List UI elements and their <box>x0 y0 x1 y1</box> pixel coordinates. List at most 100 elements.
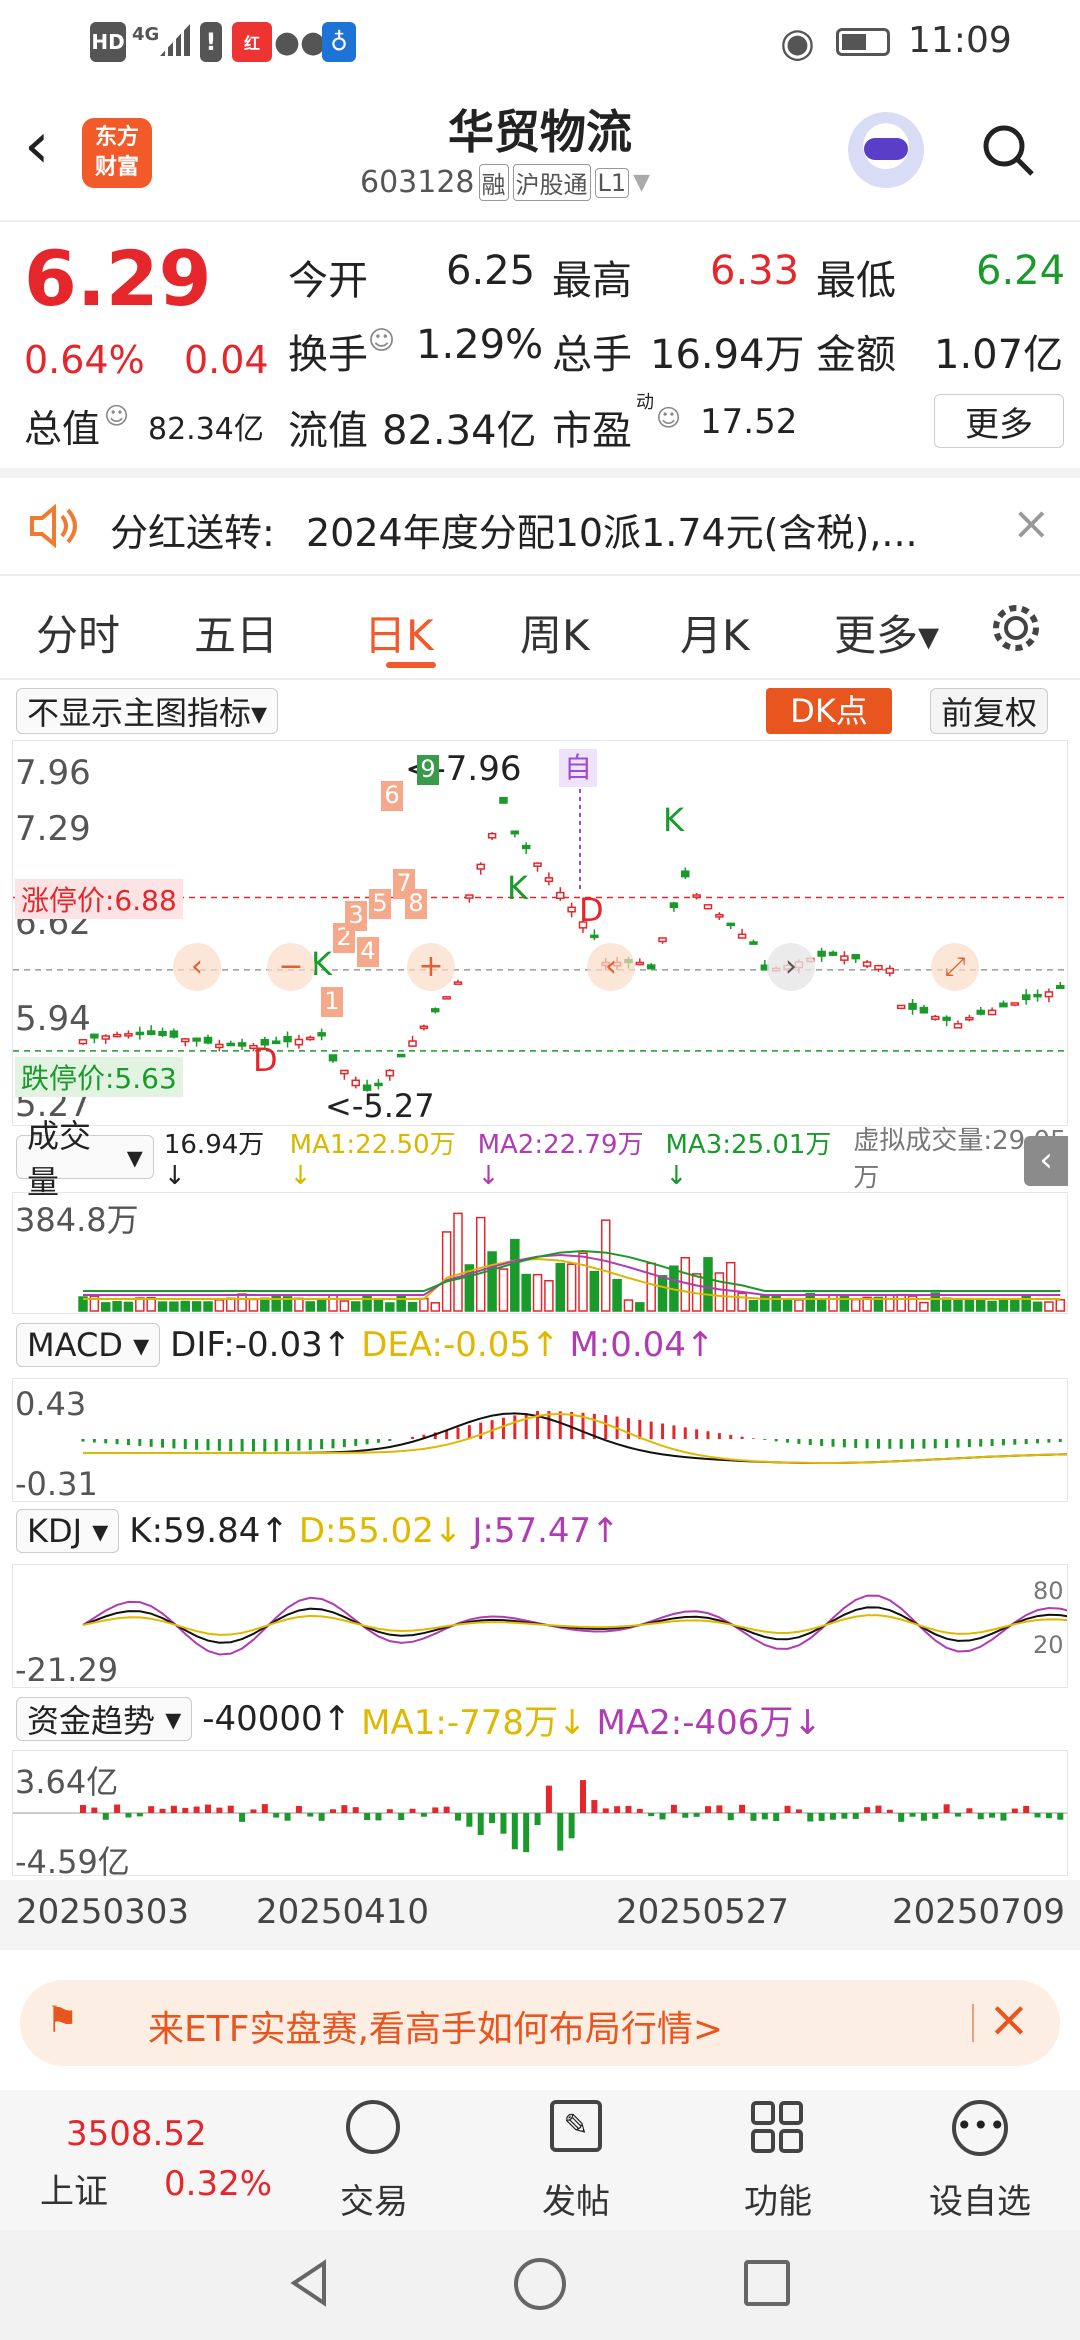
nav-functions[interactable]: 功能 <box>688 2174 868 2223</box>
recents-square-icon[interactable] <box>744 2260 790 2306</box>
volume-bar <box>498 1268 509 1312</box>
volume-bar <box>896 1293 906 1312</box>
trade-icon[interactable] <box>346 2100 400 2154</box>
candle-body <box>840 955 849 961</box>
more-dots-icon[interactable]: ••• <box>952 2100 1008 2156</box>
tab-intraday[interactable]: 分时 <box>36 602 120 663</box>
date-label: 20250410 <box>256 1892 430 1932</box>
tab-monthly-k[interactable]: 月K <box>680 602 750 663</box>
candle-body <box>146 1030 156 1035</box>
fund-bar <box>955 1813 961 1817</box>
candle-body <box>669 902 679 909</box>
volume-bar <box>941 1297 952 1312</box>
fund-bar <box>1011 1808 1018 1813</box>
dk-point-button[interactable]: DK点 <box>766 688 892 734</box>
fund-bar <box>114 1804 121 1813</box>
main-indicator-select[interactable]: 不显示主图指标▾ <box>16 688 279 734</box>
pe-value: 17.52 <box>700 402 798 442</box>
fund-bar <box>295 1806 302 1813</box>
fullscreen-icon[interactable]: ⤢ <box>931 943 979 991</box>
scroll-right-icon[interactable]: › <box>767 943 815 991</box>
nav-add-watchlist[interactable]: 设自选 <box>890 2174 1070 2223</box>
volume-bar <box>1044 1301 1054 1312</box>
collapse-panel-button[interactable]: ‹ <box>1024 1136 1068 1186</box>
system-nav-bar <box>0 2230 1080 2340</box>
back-triangle-icon[interactable] <box>284 2258 334 2308</box>
fund-bar <box>341 1805 348 1813</box>
period-tabs: 分时 五日 日K 周K 月K 更多▾ <box>0 578 1080 678</box>
nav-trade[interactable]: 交易 <box>284 2174 464 2223</box>
volume-bar <box>544 1279 554 1312</box>
fund-bar <box>1057 1813 1064 1820</box>
robot-avatar-icon[interactable] <box>848 112 924 188</box>
tab-more[interactable]: 更多▾ <box>834 602 939 663</box>
fund-bar <box>398 1813 405 1821</box>
close-icon[interactable]: × <box>988 1990 1030 2048</box>
info-icon[interactable]: ☺ <box>104 402 129 430</box>
scroll-left-icon[interactable]: ‹ <box>587 943 635 991</box>
zoom-out-icon[interactable]: + <box>407 943 455 991</box>
stock-code-row[interactable]: 603128 融 沪股通 L1 ▼ <box>360 164 650 201</box>
fund-bar <box>375 1813 382 1821</box>
kdj-name: KDJ <box>27 1512 83 1550</box>
etf-contest-banner[interactable]: ⚑ 来ETF实盘赛,看高手如何布局行情> × <box>20 1980 1060 2066</box>
info-icon[interactable]: ☺ <box>368 326 395 356</box>
volume-chart[interactable]: 384.8万 <box>12 1192 1068 1314</box>
zoom-in-icon[interactable]: − <box>267 943 315 991</box>
macd-select[interactable]: MACD ▾ <box>16 1323 161 1367</box>
fund-name: 资金趋势 <box>27 1702 156 1740</box>
macd-bar <box>751 1438 755 1439</box>
pe-sup: 动 <box>636 392 654 413</box>
chart-nav-left-icon[interactable]: ‹ <box>173 943 221 991</box>
home-circle-icon[interactable] <box>514 2258 566 2310</box>
seq-marker: 5 <box>369 889 391 919</box>
info-icon[interactable]: ☺ <box>656 404 681 432</box>
macd-bar <box>126 1439 130 1446</box>
macd-bar <box>251 1439 255 1452</box>
tab-daily-k[interactable]: 日K <box>364 602 434 663</box>
dividend-notice[interactable]: 分红送转: 2024年度分配10派1.74元(含税),... × <box>0 478 1080 574</box>
pe-label: 市盈 <box>552 408 632 454</box>
kdj-20-label: 20 <box>1033 1631 1064 1659</box>
volume-bar <box>998 1299 1009 1312</box>
volume-bar <box>362 1294 372 1312</box>
macd-chart[interactable]: 0.43 -0.31 <box>12 1378 1068 1503</box>
close-icon[interactable]: × <box>1012 496 1051 550</box>
settings-gear-icon[interactable] <box>990 602 1042 654</box>
adjust-select[interactable]: 前复权 <box>930 688 1049 734</box>
fund-bar <box>193 1806 200 1813</box>
search-icon[interactable] <box>980 122 1036 178</box>
macd-bar <box>672 1425 676 1439</box>
volume-bar <box>839 1294 850 1312</box>
grid-icon[interactable] <box>750 2100 804 2154</box>
fund-bar <box>307 1813 314 1817</box>
volume-bar <box>635 1302 645 1312</box>
candle-body <box>237 1042 247 1047</box>
macd-bar <box>1036 1439 1040 1444</box>
candlestick-chart[interactable]: 7.96 7.29 6.62 5.94 5.27 涨停价:6.88 跌停价:5.… <box>12 740 1068 1126</box>
index-value[interactable]: 3508.52 <box>66 2114 207 2154</box>
fund-select[interactable]: 资金趋势 ▾ <box>16 1697 193 1741</box>
post-edit-icon[interactable]: ✎ <box>550 2100 602 2152</box>
macd-name: MACD <box>27 1326 123 1364</box>
volume-bar <box>885 1294 895 1312</box>
macd-bar <box>763 1439 767 1440</box>
macd-bar <box>740 1436 744 1439</box>
macd-bar <box>524 1413 528 1439</box>
kdj-chart[interactable]: -21.29 80 20 <box>12 1564 1068 1689</box>
volume-bar <box>657 1275 668 1312</box>
kdj-select[interactable]: KDJ ▾ <box>16 1509 120 1553</box>
fund-chart[interactable]: 3.64亿 -4.59亿 <box>12 1750 1068 1881</box>
seq-marker: 3 <box>345 901 367 931</box>
more-button[interactable]: 更多 <box>934 394 1064 448</box>
candle-body <box>692 894 701 898</box>
section-gap <box>0 574 1080 576</box>
notice-label: 分红送转: <box>110 511 275 555</box>
tab-five-day[interactable]: 五日 <box>194 602 278 663</box>
fund-bar <box>614 1806 621 1813</box>
nav-post[interactable]: 发帖 <box>486 2174 666 2223</box>
volume-ma1: MA1:22.50万↓ <box>289 1129 456 1191</box>
volume-select[interactable]: 成交量 ▾ <box>16 1117 154 1201</box>
tab-weekly-k[interactable]: 周K <box>520 602 590 663</box>
candle-body <box>953 1023 963 1029</box>
